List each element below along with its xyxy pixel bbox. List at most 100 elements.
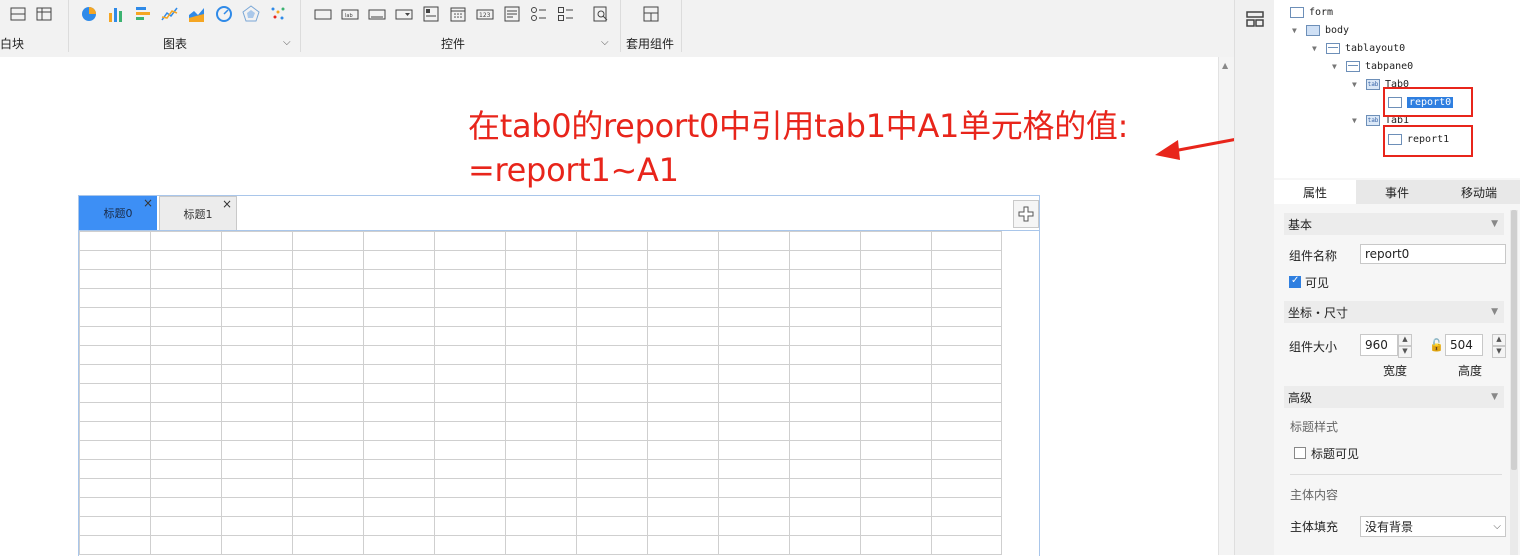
expand-icon[interactable]: ▼ [1352, 116, 1362, 125]
tab-events[interactable]: 事件 [1356, 180, 1438, 204]
expand-icon[interactable]: ▼ [1332, 62, 1342, 71]
expand-icon[interactable]: ▼ [1292, 26, 1302, 35]
tab-icon: tab [1366, 78, 1380, 90]
tree-node-form[interactable]: form [1290, 4, 1333, 20]
component-tree: form ▼ body ▼ tablayout0 ▼ tabpane0 ▼ ta… [1274, 0, 1520, 178]
panel-scrollbar[interactable] [1510, 210, 1518, 555]
tab-0[interactable]: 标题0 × [79, 196, 157, 230]
toolbar-group-templates: 套用组件 [621, 0, 681, 57]
height-input[interactable]: 504 [1445, 334, 1483, 356]
area-chart-icon[interactable] [187, 5, 207, 23]
title-style-label: 标题样式 [1290, 420, 1339, 434]
expand-icon[interactable]: ▼ [1352, 80, 1362, 89]
button-widget-icon[interactable] [313, 5, 333, 23]
line-chart-icon[interactable] [160, 5, 180, 23]
tab-bar: 标题0 × 标题1 × [79, 196, 1039, 231]
multi-select-widget-icon[interactable] [421, 5, 441, 23]
table-block-icon[interactable] [34, 5, 54, 23]
scroll-up-icon[interactable]: ▲ [1222, 61, 1228, 70]
section-coords[interactable]: 坐标・尺寸 ▼ [1284, 301, 1504, 323]
horizontal-block-icon[interactable] [8, 5, 28, 23]
chevron-down-icon[interactable]: ⌵ [1493, 521, 1501, 532]
panel-scrollbar-thumb[interactable] [1511, 210, 1517, 470]
width-spinner[interactable]: ▲ ▼ [1398, 334, 1412, 358]
report-grid[interactable] [79, 231, 1039, 556]
annotation-text: 在tab0的report0中引用tab1中A1单元格的值: =report1~A… [468, 104, 1128, 192]
component-name-input[interactable]: report0 [1360, 244, 1506, 264]
tab-layout[interactable]: 标题0 × 标题1 × [78, 195, 1040, 556]
component-name-label: 组件名称 [1289, 249, 1338, 263]
highlight-box-report0 [1383, 87, 1473, 117]
body-content-label: 主体内容 [1290, 488, 1339, 502]
textarea-widget-icon[interactable] [502, 5, 522, 23]
annotation-line-1: 在tab0的report0中引用tab1中A1单元格的值: [468, 107, 1129, 145]
tree-node-label: body [1325, 24, 1350, 36]
body-fill-value: 没有背景 [1365, 520, 1414, 534]
side-toolbar [1234, 0, 1275, 555]
tree-node-label: tablayout0 [1345, 42, 1406, 54]
lock-icon[interactable]: 🔓 [1429, 338, 1444, 352]
chevron-down-icon[interactable]: ▼ [1491, 219, 1498, 229]
tree-node-label: form [1309, 6, 1334, 18]
chevron-down-icon[interactable]: ⌵ [283, 37, 291, 48]
toolbar-group-charts: 图表 ⌵ [69, 0, 300, 57]
title-visible-label: 标题可见 [1311, 447, 1360, 461]
height-caption: 高度 [1458, 364, 1483, 378]
radio-group-widget-icon[interactable] [529, 5, 549, 23]
section-advanced[interactable]: 高级 ▼ [1284, 386, 1504, 408]
title-visible-checkbox[interactable] [1294, 447, 1306, 459]
svg-text:123: 123 [479, 12, 491, 19]
annotation-line-2: =report1~A1 [468, 151, 679, 189]
template-component-icon[interactable] [641, 5, 661, 23]
tab-label: 标题1 [183, 207, 213, 221]
body-icon [1306, 24, 1320, 36]
chevron-down-icon[interactable]: ▼ [1491, 392, 1498, 402]
tree-node-label: tabpane0 [1365, 60, 1414, 72]
calendar-widget-icon[interactable] [448, 5, 468, 23]
checkbox-group-widget-icon[interactable] [556, 5, 576, 23]
toolbar-group-label: 图表 [163, 37, 188, 51]
gauge-chart-icon[interactable] [214, 5, 234, 23]
form-icon [1290, 6, 1304, 18]
tree-node-body[interactable]: ▼ body [1292, 22, 1349, 38]
property-tabs: 属性 事件 移动端 [1274, 180, 1520, 204]
chevron-down-icon[interactable]: ▼ [1491, 307, 1498, 317]
tab-icon: tab [1366, 114, 1380, 126]
tabpane-icon [1346, 60, 1360, 72]
add-tab-button[interactable] [1013, 200, 1039, 228]
tab-mobile[interactable]: 移动端 [1438, 180, 1520, 204]
visible-checkbox[interactable] [1289, 275, 1301, 288]
widget-library-icon[interactable] [1246, 11, 1264, 30]
height-spinner[interactable]: ▲ ▼ [1492, 334, 1506, 358]
close-icon[interactable]: × [143, 196, 153, 210]
section-title: 高级 [1288, 390, 1313, 405]
size-label: 组件大小 [1289, 340, 1338, 354]
width-caption: 宽度 [1383, 364, 1408, 378]
tree-node-tablayout[interactable]: ▼ tablayout0 [1312, 40, 1405, 56]
chevron-down-icon[interactable]: ⌵ [601, 37, 609, 48]
section-basic[interactable]: 基本 ▼ [1284, 213, 1504, 235]
toolbar-group-label: 套用组件 [626, 37, 675, 51]
close-icon[interactable]: × [222, 197, 232, 211]
canvas-scrollbar[interactable]: ▲ [1218, 57, 1235, 555]
body-fill-select[interactable]: 没有背景 ⌵ [1360, 516, 1506, 537]
radar-chart-icon[interactable] [241, 5, 261, 23]
section-title: 坐标・尺寸 [1288, 305, 1349, 320]
scatter-chart-icon[interactable] [268, 5, 288, 23]
expand-icon[interactable]: ▼ [1312, 44, 1322, 53]
search-widget-icon[interactable] [591, 5, 611, 23]
section-title: 基本 [1288, 217, 1313, 232]
number-widget-icon[interactable]: 123 [475, 5, 495, 23]
width-input[interactable]: 960 [1360, 334, 1398, 356]
tree-node-tabpane[interactable]: ▼ tabpane0 [1332, 58, 1413, 74]
label-widget-icon[interactable]: lab [340, 5, 360, 23]
horizontal-bar-chart-icon[interactable] [133, 5, 153, 23]
highlight-box-report1 [1383, 125, 1473, 157]
text-field-widget-icon[interactable] [367, 5, 387, 23]
dropdown-widget-icon[interactable] [394, 5, 414, 23]
tab-properties[interactable]: 属性 [1274, 180, 1356, 204]
tab-1[interactable]: 标题1 × [159, 196, 237, 230]
svg-text:lab: lab [345, 13, 353, 19]
pie-chart-icon[interactable] [79, 5, 99, 23]
bar-chart-icon[interactable] [106, 5, 126, 23]
